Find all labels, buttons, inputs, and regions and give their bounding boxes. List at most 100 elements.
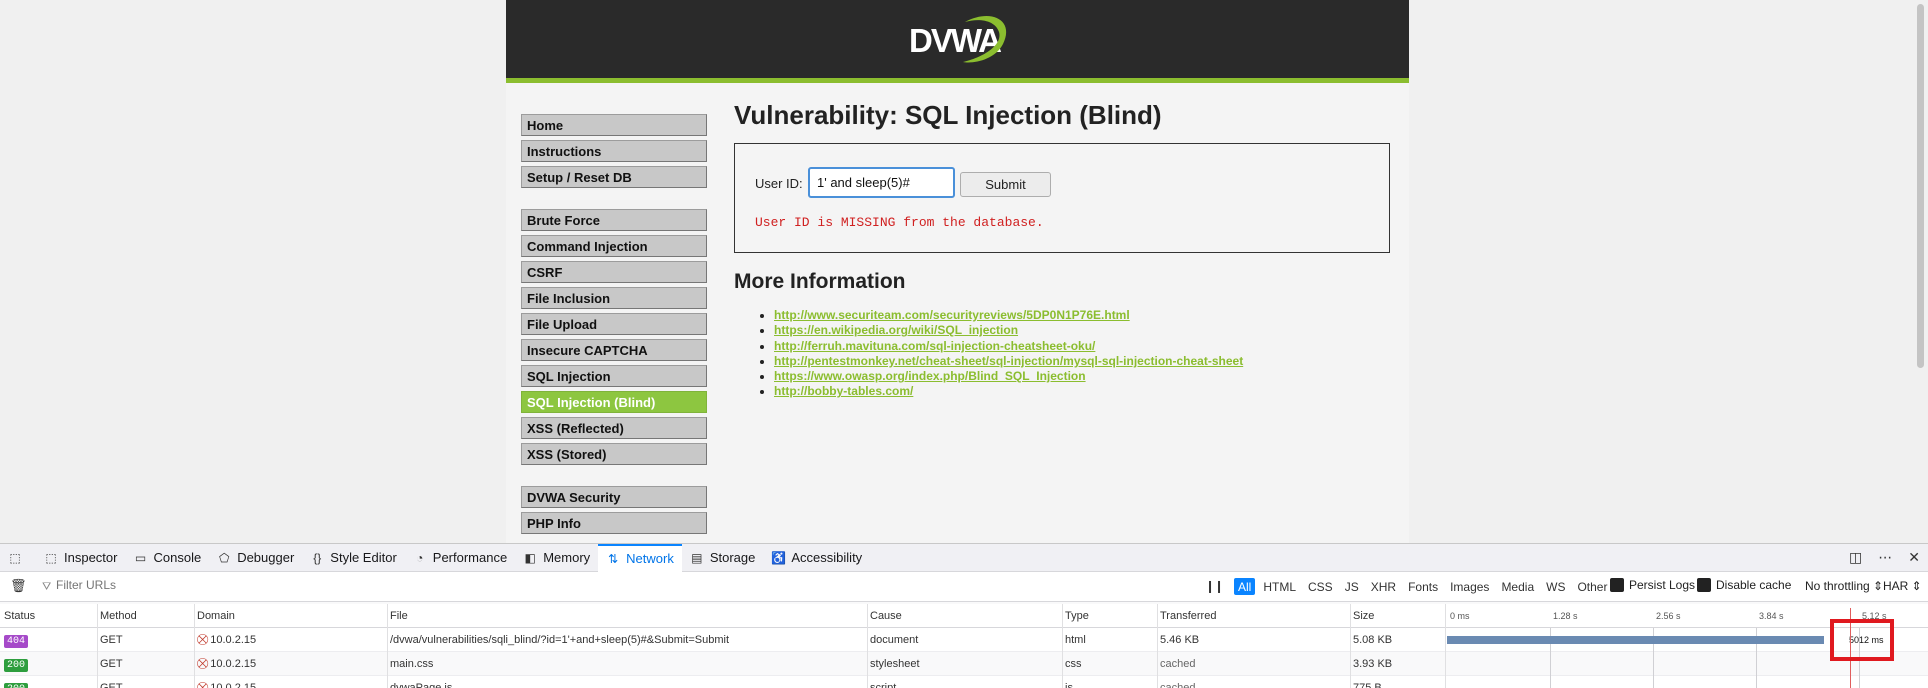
- type-filter-all[interactable]: All: [1234, 578, 1256, 595]
- throttling-select[interactable]: No throttling ⇕: [1805, 579, 1883, 593]
- inspector-icon: ⬚: [45, 550, 57, 565]
- console-icon: ▭: [134, 550, 147, 565]
- tab-style-editor[interactable]: {} Style Editor: [302, 544, 404, 572]
- style-editor-icon: {}: [313, 550, 322, 565]
- trash-icon[interactable]: 🗑: [10, 579, 27, 594]
- reference-link[interactable]: https://www.owasp.org/index.php/Blind_SQ…: [774, 369, 1086, 383]
- column-header-method[interactable]: Method: [100, 610, 137, 622]
- menu-item-brute-force[interactable]: Brute Force: [521, 209, 707, 231]
- cell-domain: ⛒ 10.0.2.15: [197, 658, 256, 671]
- column-header-transferred[interactable]: Transferred: [1160, 610, 1216, 622]
- type-filter-images[interactable]: Images: [1446, 578, 1493, 595]
- disable-cache-checkbox[interactable]: Disable cache: [1697, 578, 1791, 592]
- menu-item-command-injection[interactable]: Command Injection: [521, 235, 707, 257]
- menu-item-home[interactable]: Home: [521, 114, 707, 136]
- cell-cause: stylesheet: [870, 658, 920, 670]
- reference-link[interactable]: https://en.wikipedia.org/wiki/SQL_inject…: [774, 323, 1018, 337]
- column-header-status[interactable]: Status: [4, 610, 35, 622]
- tab-network[interactable]: ⇅ Network: [598, 543, 682, 572]
- status-badge: 404: [4, 635, 29, 648]
- type-filter-fonts[interactable]: Fonts: [1404, 578, 1442, 595]
- reference-link[interactable]: http://pentestmonkey.net/cheat-sheet/sql…: [774, 354, 1243, 368]
- menu-item-file-inclusion[interactable]: File Inclusion: [521, 287, 707, 309]
- tab-label: Console: [153, 550, 202, 565]
- menu-item-setup-reset-db[interactable]: Setup / Reset DB: [521, 166, 707, 188]
- har-menu[interactable]: HAR ⇕: [1883, 579, 1922, 593]
- persist-logs-label: Persist Logs: [1629, 578, 1696, 592]
- tab-memory[interactable]: ◧ Memory: [515, 544, 598, 572]
- menu-item-sql-injection[interactable]: SQL Injection: [521, 365, 707, 387]
- filter-urls-input[interactable]: [56, 578, 316, 592]
- waterfall-tick-label: 1.28 s: [1553, 611, 1578, 621]
- scrollbar-thumb[interactable]: [1917, 4, 1924, 368]
- user-id-input[interactable]: [808, 167, 955, 198]
- type-filter-js[interactable]: JS: [1341, 578, 1363, 595]
- cell-file: main.css: [390, 658, 434, 670]
- type-filter-ws[interactable]: WS: [1542, 578, 1569, 595]
- column-divider: [387, 652, 388, 676]
- type-filter-other[interactable]: Other: [1573, 578, 1611, 595]
- page-title: Vulnerability: SQL Injection (Blind): [734, 100, 1162, 130]
- menu-item-xss-stored[interactable]: XSS (Stored): [521, 443, 707, 465]
- menu-item-php-info[interactable]: PHP Info: [521, 512, 707, 534]
- tab-inspector[interactable]: ⬚ Inspector: [36, 544, 125, 572]
- tab-accessibility[interactable]: ♿ Accessibility: [763, 544, 870, 572]
- waterfall-gridline: [1550, 652, 1551, 676]
- close-icon[interactable]: ✕: [1908, 550, 1920, 566]
- list-item: https://www.owasp.org/index.php/Blind_SQ…: [774, 369, 1394, 384]
- table-row[interactable]: 200 GET ⛒10.0.2.15 dvwaPage.js script js cache…: [0, 676, 1928, 688]
- submit-button[interactable]: Submit: [960, 172, 1051, 197]
- reference-link[interactable]: http://ferruh.mavituna.com/sql-injection…: [774, 339, 1095, 353]
- type-filter-css[interactable]: CSS: [1304, 578, 1337, 595]
- menu-item-instructions[interactable]: Instructions: [521, 140, 707, 162]
- checkbox-icon: [1697, 578, 1711, 592]
- menu-item-insecure-captcha[interactable]: Insecure CAPTCHA: [521, 339, 707, 361]
- menu-item-csrf[interactable]: CSRF: [521, 261, 707, 283]
- reference-link[interactable]: http://bobby-tables.com/: [774, 384, 913, 398]
- menu-item-xss-reflected[interactable]: XSS (Reflected): [521, 417, 707, 439]
- tab-storage[interactable]: ▤ Storage: [682, 544, 764, 572]
- column-divider: [387, 604, 388, 628]
- column-header-file[interactable]: File: [390, 610, 408, 622]
- type-filter-html[interactable]: HTML: [1259, 578, 1300, 595]
- persist-logs-checkbox[interactable]: Persist Logs: [1610, 578, 1695, 592]
- more-information-title: More Information: [734, 270, 906, 293]
- menu-item-dvwa-security[interactable]: DVWA Security: [521, 486, 707, 508]
- table-row[interactable]: 404 GET ⛒ 10.0.2.15/dvwa/vulnerabilities/sq…: [0, 628, 1928, 652]
- cell-type: js: [1065, 682, 1073, 688]
- user-id-label: User ID:: [755, 176, 803, 191]
- menu-item-file-upload[interactable]: File Upload: [521, 313, 707, 335]
- cell-file: dvwaPage.js: [390, 682, 453, 688]
- column-header-domain[interactable]: Domain: [197, 610, 235, 622]
- more-menu-icon[interactable]: ⋯: [1878, 550, 1892, 566]
- tab-label: Inspector: [64, 550, 118, 565]
- menu-item-sql-injection-blind[interactable]: SQL Injection (Blind): [521, 391, 707, 413]
- cell-type: css: [1065, 658, 1082, 670]
- tab-performance[interactable]: ◔ Performance: [405, 544, 515, 572]
- tab-console[interactable]: ▭ Console: [125, 544, 209, 572]
- type-filter-xhr[interactable]: XHR: [1367, 578, 1400, 595]
- dock-icon[interactable]: ◫: [1849, 550, 1862, 566]
- type-filter-media[interactable]: Media: [1497, 578, 1538, 595]
- element-picker-button[interactable]: ⬚: [0, 544, 36, 572]
- cell-method: GET: [100, 682, 123, 688]
- column-header-type[interactable]: Type: [1065, 610, 1089, 622]
- tab-debugger[interactable]: ⬠ Debugger: [209, 544, 302, 572]
- page-scrollbar[interactable]: [1912, 0, 1928, 543]
- table-row[interactable]: 200 GET ⛒ 10.0.2.15 main.css stylesheet css cac…: [0, 652, 1928, 676]
- column-header-size[interactable]: Size: [1353, 610, 1374, 622]
- column-divider: [97, 676, 98, 688]
- column-divider: [194, 604, 195, 628]
- insecure-connection-icon: ⛒: [197, 658, 209, 670]
- column-divider: [387, 676, 388, 688]
- table-header-row: Status Method Domain File Cause Type Transferr…: [0, 604, 1928, 628]
- dvwa-menu: Home Instructions Setup / Reset DB Brute Fo…: [521, 114, 707, 538]
- reference-link[interactable]: http://www.securiteam.com/securityreview…: [774, 308, 1130, 322]
- column-divider: [1350, 604, 1351, 628]
- more-info-links: http://www.securiteam.com/securityreview…: [734, 308, 1394, 400]
- cell-transferred: cached: [1160, 682, 1196, 688]
- pause-icon[interactable]: ❙❙: [1205, 579, 1224, 593]
- menu-separator: [521, 192, 707, 209]
- waterfall-gridline: [1653, 676, 1654, 688]
- column-header-cause[interactable]: Cause: [870, 610, 902, 622]
